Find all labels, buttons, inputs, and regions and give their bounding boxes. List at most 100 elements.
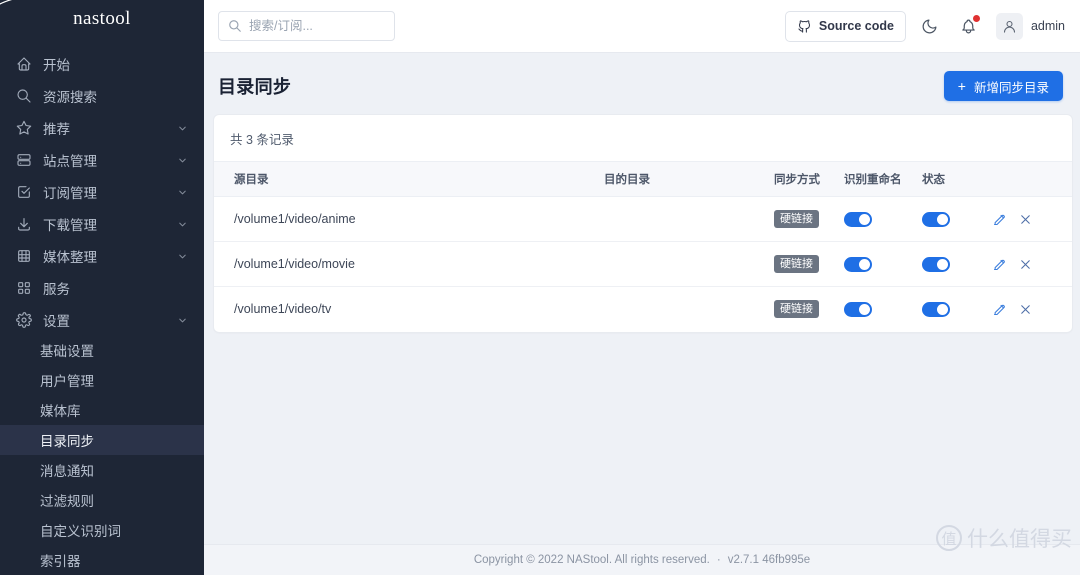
sidebar-item-settings[interactable]: 设置 xyxy=(0,305,204,335)
sidebar-subitem-indexer[interactable]: 索引器 xyxy=(0,545,204,575)
sidebar-item-recommend[interactable]: 推荐 xyxy=(0,113,204,143)
page-header: 目录同步 + 新增同步目录 xyxy=(204,53,1080,115)
server-icon xyxy=(15,152,32,169)
rename-toggle[interactable] xyxy=(844,256,872,272)
status-toggle[interactable] xyxy=(922,256,950,272)
watermark-logo-icon: 值 xyxy=(936,525,962,551)
rename-toggle[interactable] xyxy=(844,301,872,317)
close-icon[interactable] xyxy=(1018,257,1033,272)
cell-actions xyxy=(992,196,1072,242)
sidebar-subitem-media-library[interactable]: 媒体库 xyxy=(0,395,204,425)
chevron-down-icon xyxy=(177,315,188,326)
row-actions xyxy=(992,257,1072,272)
edit-icon[interactable] xyxy=(992,212,1007,227)
brand-logo[interactable]: nastool xyxy=(0,0,204,37)
cell-status xyxy=(922,196,992,242)
brand-swoosh-icon xyxy=(0,0,13,5)
sidebar-subitem-label: 用户管理 xyxy=(40,374,94,389)
sidebar-item-media-organize[interactable]: 媒体整理 xyxy=(0,241,204,271)
top-bar: Source code xyxy=(204,0,1080,53)
sidebar-item-subscription-management[interactable]: 订阅管理 xyxy=(0,177,204,207)
sidebar-subitem-label: 媒体库 xyxy=(40,404,81,419)
status-toggle[interactable] xyxy=(922,301,950,317)
sidebar-item-download-management[interactable]: 下载管理 xyxy=(0,209,204,239)
cell-rename xyxy=(844,241,922,287)
sidebar-subitem-label: 目录同步 xyxy=(40,434,94,449)
search-input[interactable] xyxy=(249,19,385,33)
column-header-mode: 同步方式 xyxy=(774,162,844,197)
sidebar-subitem-directory-sync[interactable]: 目录同步 xyxy=(0,425,204,455)
sidebar-item-label: 订阅管理 xyxy=(43,186,97,201)
source-code-label: Source code xyxy=(818,19,894,33)
edit-icon[interactable] xyxy=(992,257,1007,272)
sync-directory-card: 共 3 条记录 源目录 目的目录 同步方式 识别重命名 状态 /volume1/… xyxy=(214,115,1072,332)
watermark: 值 什么值得买 xyxy=(936,523,1072,553)
star-icon xyxy=(15,120,32,137)
sidebar-subitem-custom-keywords[interactable]: 自定义识别词 xyxy=(0,515,204,545)
sidebar-nav: 开始 资源搜索 推荐 站点管理 订阅管理 下载管理 媒体整理 服务 设置 基础设… xyxy=(0,37,204,575)
plus-icon: + xyxy=(957,78,966,94)
sidebar-item-resource-search[interactable]: 资源搜索 xyxy=(0,81,204,111)
table-body: /volume1/video/anime 硬链接 /volume1/video/… xyxy=(214,196,1072,332)
row-actions xyxy=(992,302,1072,317)
sidebar-item-label: 设置 xyxy=(43,314,70,329)
chevron-down-icon xyxy=(177,155,188,166)
search-icon xyxy=(15,88,32,105)
table-row: /volume1/video/movie 硬链接 xyxy=(214,241,1072,287)
sync-mode-badge: 硬链接 xyxy=(774,300,819,319)
sidebar-subitem-filter-rules[interactable]: 过滤规则 xyxy=(0,485,204,515)
cell-status xyxy=(922,287,992,332)
cell-target xyxy=(604,241,774,287)
chevron-down-icon xyxy=(177,251,188,262)
status-toggle[interactable] xyxy=(922,211,950,227)
search-icon xyxy=(228,19,242,33)
column-header-actions xyxy=(992,162,1072,197)
cell-actions xyxy=(992,287,1072,332)
sidebar-subitem-message-notification[interactable]: 消息通知 xyxy=(0,455,204,485)
cell-mode: 硬链接 xyxy=(774,196,844,242)
sidebar-item-site-management[interactable]: 站点管理 xyxy=(0,145,204,175)
sidebar-subitem-user-management[interactable]: 用户管理 xyxy=(0,365,204,395)
sync-mode-badge: 硬链接 xyxy=(774,209,819,229)
chevron-down-icon xyxy=(177,187,188,198)
add-sync-directory-button[interactable]: + 新增同步目录 xyxy=(943,71,1063,101)
sidebar-subitem-basic-settings[interactable]: 基础设置 xyxy=(0,335,204,365)
top-bar-actions: Source code admin xyxy=(784,10,1067,42)
download-icon xyxy=(15,216,32,233)
rename-toggle[interactable] xyxy=(844,211,872,227)
sync-mode-badge: 硬链接 xyxy=(774,254,819,274)
cell-status xyxy=(922,241,992,287)
table-header: 源目录 目的目录 同步方式 识别重命名 状态 xyxy=(214,162,1072,197)
gear-icon xyxy=(15,312,32,329)
close-icon[interactable] xyxy=(1018,212,1033,227)
sidebar-item-label: 站点管理 xyxy=(43,154,97,169)
apps-icon xyxy=(15,280,32,297)
edit-icon[interactable] xyxy=(992,302,1007,317)
search-box[interactable] xyxy=(218,11,395,41)
cell-source: /volume1/video/anime xyxy=(214,196,604,242)
brand-name: nastool xyxy=(73,7,131,29)
source-code-button[interactable]: Source code xyxy=(784,10,906,42)
sidebar-subitem-label: 基础设置 xyxy=(40,344,94,359)
notifications-button[interactable] xyxy=(954,11,984,41)
record-count: 共 3 条记录 xyxy=(214,115,1072,162)
app-root: nastool 开始 资源搜索 推荐 站点管理 订阅管理 下载管理 媒体整理 服… xyxy=(0,0,1080,575)
github-icon xyxy=(797,19,812,34)
main-content: Source code xyxy=(204,0,1080,575)
column-header-target: 目的目录 xyxy=(604,162,774,197)
sync-directory-table: 源目录 目的目录 同步方式 识别重命名 状态 /volume1/video/an… xyxy=(214,162,1072,332)
checkbox-icon xyxy=(15,184,32,201)
avatar[interactable] xyxy=(995,12,1023,40)
version-text: v2.7.1 46fb995e xyxy=(727,554,811,566)
table-row: /volume1/video/tv 硬链接 xyxy=(214,287,1072,332)
sidebar-subitem-label: 过滤规则 xyxy=(40,494,94,509)
moon-icon xyxy=(921,18,938,35)
user-icon xyxy=(1002,19,1017,34)
sidebar-item-service[interactable]: 服务 xyxy=(0,273,204,303)
notification-badge xyxy=(972,15,980,22)
column-header-status: 状态 xyxy=(922,162,992,197)
sidebar-item-start[interactable]: 开始 xyxy=(0,49,204,79)
close-icon[interactable] xyxy=(1018,302,1033,317)
dark-mode-toggle[interactable] xyxy=(915,11,945,41)
username-label: admin xyxy=(1030,19,1065,33)
